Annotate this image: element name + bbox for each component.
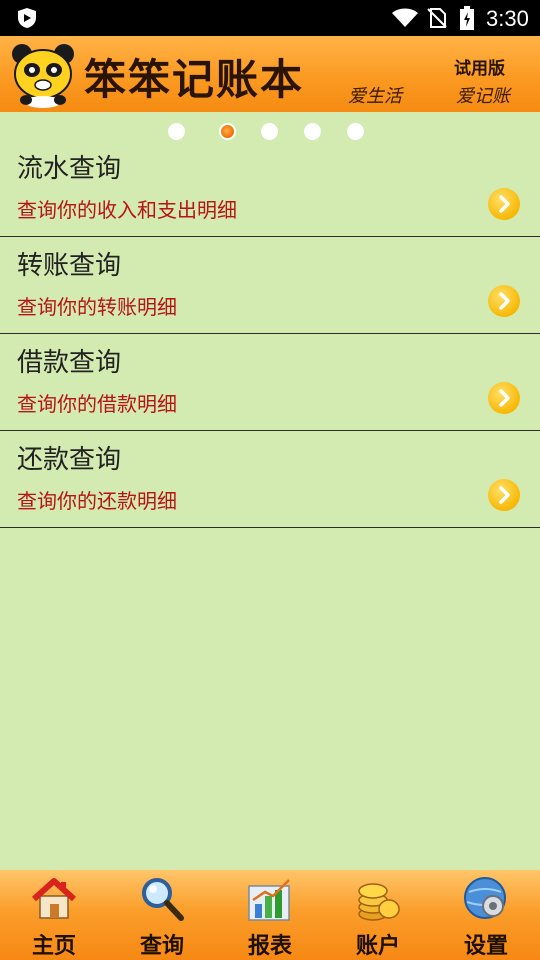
nav-home[interactable]: 主页: [0, 870, 108, 960]
nav-settings[interactable]: 设置: [432, 870, 540, 960]
panda-logo-icon: [12, 44, 74, 108]
query-item-transfer[interactable]: 转账查询 查询你的转账明细: [0, 237, 540, 334]
query-list: 流水查询 查询你的收入和支出明细 转账查询 查询你的转账明细 借款查询 查询你的…: [0, 140, 540, 528]
page-indicator: [0, 122, 540, 142]
wifi-icon: [392, 8, 418, 27]
trial-badge: 试用版: [454, 59, 505, 79]
nav-label: 设置: [463, 934, 508, 959]
query-item-desc: 查询你的转账明细: [17, 295, 177, 319]
query-item-desc: 查询你的还款明细: [17, 489, 177, 513]
query-item-desc: 查询你的借款明细: [17, 392, 177, 416]
bar-chart-icon: [248, 879, 290, 921]
bottom-nav: 主页 查询 报表 账户 设置: [0, 870, 540, 960]
nav-report[interactable]: 报表: [216, 870, 324, 960]
query-item-flow[interactable]: 流水查询 查询你的收入和支出明细: [0, 140, 540, 237]
page-dot[interactable]: [304, 123, 321, 140]
coins-icon: [358, 883, 400, 921]
status-bar: 3:30: [0, 0, 540, 36]
nav-query[interactable]: 查询: [108, 870, 216, 960]
query-item-repayment[interactable]: 还款查询 查询你的还款明细: [0, 431, 540, 528]
no-sim-icon: [427, 8, 447, 28]
page-dot[interactable]: [168, 123, 185, 140]
query-item-title: 流水查询: [17, 154, 122, 184]
home-icon: [31, 878, 77, 919]
nav-label: 主页: [31, 934, 76, 959]
slogan-left: 爱生活: [348, 86, 402, 107]
query-item-desc: 查询你的收入和支出明细: [17, 198, 237, 222]
gear-globe-icon: [464, 877, 506, 919]
query-item-loan[interactable]: 借款查询 查询你的借款明细: [0, 334, 540, 431]
chevron-right-icon[interactable]: [488, 382, 520, 414]
page-dot[interactable]: [347, 123, 364, 140]
nav-account[interactable]: 账户: [324, 870, 432, 960]
magnifier-icon: [142, 878, 184, 921]
chevron-right-icon[interactable]: [488, 285, 520, 317]
nav-label: 报表: [247, 934, 292, 959]
battery-icon: [460, 6, 474, 30]
query-item-title: 借款查询: [17, 348, 122, 378]
page-dot-active[interactable]: [219, 123, 236, 140]
nav-label: 账户: [355, 934, 400, 959]
query-item-title: 还款查询: [17, 445, 122, 475]
query-item-title: 转账查询: [17, 251, 122, 281]
status-time: 3:30: [486, 6, 529, 31]
app-title: 笨笨记账本: [84, 55, 305, 104]
page-dot[interactable]: [261, 123, 278, 140]
shield-icon: [18, 8, 36, 28]
chevron-right-icon[interactable]: [488, 479, 520, 511]
chevron-right-icon[interactable]: [488, 188, 520, 220]
nav-label: 查询: [139, 934, 184, 959]
app-banner: 笨笨记账本 试用版 爱生活 爱记账: [0, 36, 540, 112]
slogan-right: 爱记账: [456, 86, 510, 107]
